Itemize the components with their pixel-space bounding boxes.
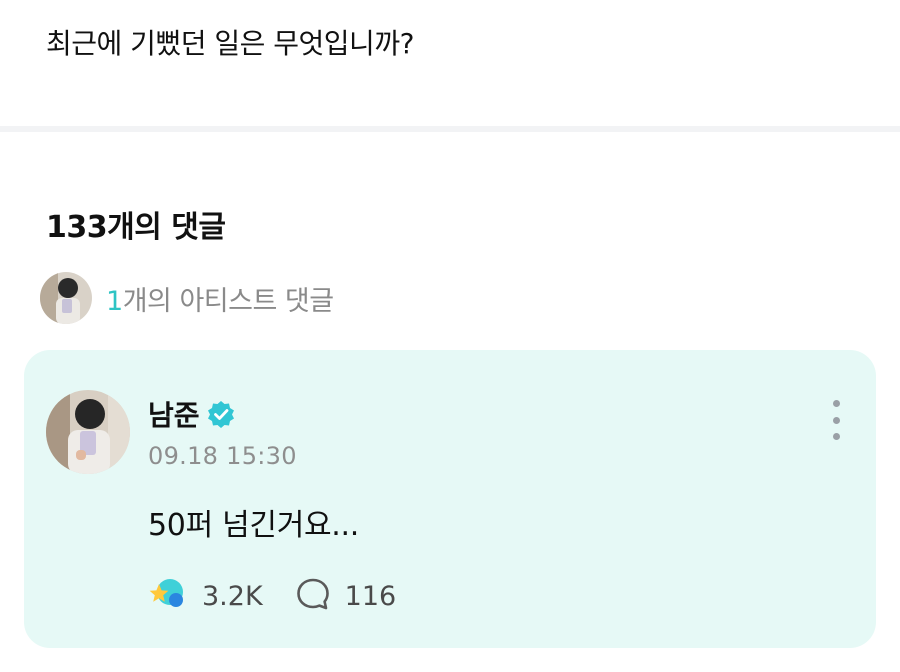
- speech-bubble-icon: [295, 576, 331, 616]
- post-question: 최근에 기뻤던 일은 무엇입니까?: [46, 27, 414, 60]
- like-button[interactable]: 3.2K: [148, 574, 263, 618]
- cheer-star-icon: [148, 574, 188, 618]
- avatar[interactable]: [46, 390, 130, 474]
- artist-comment-count: 1: [106, 285, 123, 317]
- comment-body: 50퍼 넘긴거요...: [148, 508, 360, 543]
- comment-count-heading: 133개의 댓글: [46, 210, 226, 245]
- artist-comment-card: 남준 09.18 15:30 50퍼 넘긴거요... 3.2K 116: [24, 350, 876, 648]
- more-options-button[interactable]: [826, 400, 846, 440]
- avatar: [40, 272, 92, 324]
- section-divider: [0, 126, 900, 132]
- comment-author-name[interactable]: 남준: [148, 394, 200, 434]
- artist-comments-link[interactable]: 1개의 아티스트 댓글: [40, 271, 334, 325]
- reply-count: 116: [344, 580, 397, 612]
- reply-button[interactable]: 116: [295, 576, 397, 616]
- more-dots-icon: [832, 400, 840, 407]
- comment-timestamp: 09.18 15:30: [148, 442, 297, 470]
- like-count: 3.2K: [202, 580, 263, 612]
- artist-comment-label: 개의 아티스트 댓글: [122, 285, 334, 317]
- verified-check-icon: [206, 399, 236, 429]
